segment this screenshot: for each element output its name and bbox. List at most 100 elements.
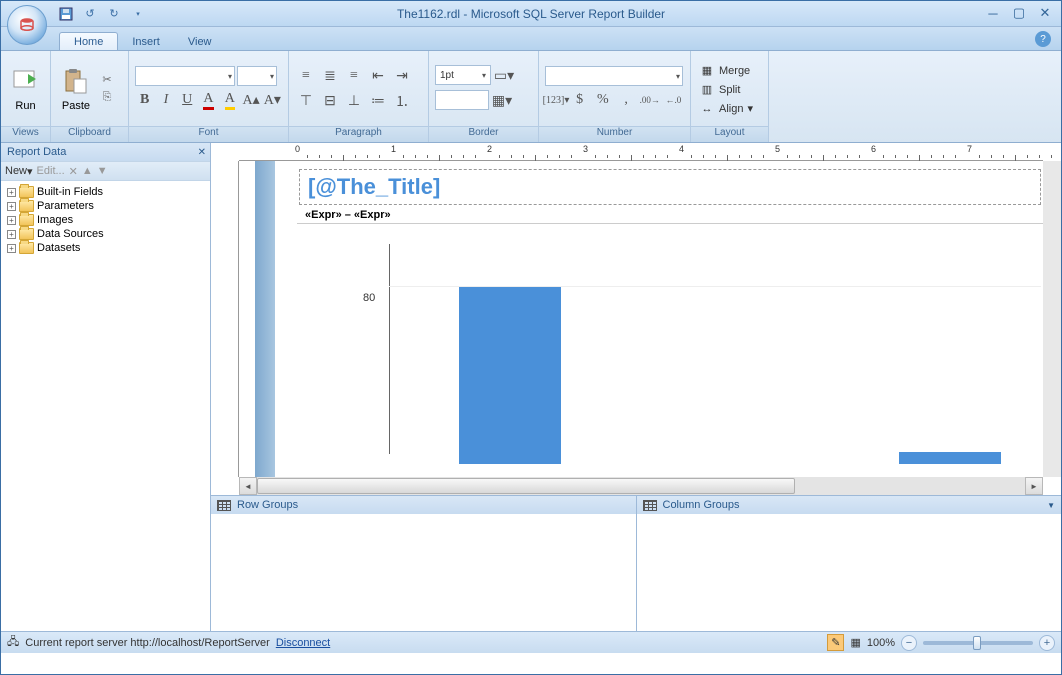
column-groups-pane: Column Groups ▼	[637, 496, 1062, 631]
tree-item-datasets[interactable]: +Datasets	[5, 241, 206, 255]
preview-mode-icon[interactable]: ▦	[850, 636, 860, 649]
run-button[interactable]: Run	[7, 64, 44, 114]
expand-icon[interactable]: +	[7, 230, 16, 239]
zoom-slider[interactable]	[923, 641, 1033, 645]
paste-button[interactable]: Paste	[57, 64, 95, 114]
font-size-combo[interactable]	[237, 66, 277, 86]
rd-down-button[interactable]: ▼	[97, 165, 108, 177]
tab-insert[interactable]: Insert	[118, 33, 174, 50]
maximize-button[interactable]: ▢	[1011, 5, 1027, 21]
align-button[interactable]: ↔Align ▾	[695, 100, 757, 118]
zoom-thumb[interactable]	[973, 636, 981, 650]
align-right-button[interactable]: ≡	[343, 65, 365, 87]
vertical-scrollbar[interactable]	[1043, 161, 1061, 477]
disconnect-link[interactable]: Disconnect	[276, 637, 330, 649]
copy-button[interactable]: ⎘	[99, 90, 115, 106]
report-data-close[interactable]: ✕	[198, 147, 206, 158]
align-left-button[interactable]: ≡	[295, 65, 317, 87]
align-middle-button[interactable]: ⊟	[319, 90, 341, 112]
tree-item-builtin[interactable]: +Built-in Fields	[5, 185, 206, 199]
bullet-list-button[interactable]: ≔	[367, 90, 389, 112]
report-body[interactable]: [@The_Title] «Expr» – «Expr» 80	[297, 167, 1043, 477]
border-style-button[interactable]: ▭▾	[493, 65, 515, 87]
zoom-value: 100%	[867, 637, 895, 649]
number-list-button[interactable]: ⒈	[391, 90, 413, 112]
percent-button[interactable]: %	[592, 89, 613, 111]
expand-icon[interactable]: +	[7, 202, 16, 211]
rd-up-button[interactable]: ▲	[82, 165, 93, 177]
grouping-menu-button[interactable]: ▼	[1047, 501, 1055, 510]
rd-delete-button[interactable]: ✕	[69, 165, 78, 178]
ruler-tick: 2	[487, 143, 492, 161]
fill-color-button[interactable]: A	[220, 89, 239, 111]
bold-button[interactable]: B	[135, 89, 154, 111]
app-menu-button[interactable]	[7, 5, 47, 45]
group-number: [123]▾ $ % , .00→ ←.0 Number	[539, 51, 691, 142]
merge-icon: ▦	[699, 63, 715, 79]
expression-row[interactable]: «Expr» – «Expr»	[297, 207, 1043, 224]
scroll-thumb[interactable]	[257, 478, 795, 494]
ruler-tick: 0	[295, 143, 300, 161]
grow-font-button[interactable]: A▴	[241, 89, 260, 111]
increase-indent-button[interactable]: ⇥	[391, 65, 413, 87]
increase-decimal-button[interactable]: .00→	[639, 89, 661, 111]
underline-button[interactable]: U	[178, 89, 197, 111]
ruler-tick: 3	[583, 143, 588, 161]
minimize-button[interactable]: ─	[985, 5, 1001, 21]
align-bottom-button[interactable]: ⊥	[343, 90, 365, 112]
border-color-combo[interactable]	[435, 90, 489, 110]
scroll-right-button[interactable]: ►	[1025, 477, 1043, 495]
currency-button[interactable]: $	[569, 89, 590, 111]
scroll-track[interactable]	[257, 477, 1025, 495]
close-button[interactable]: ✕	[1037, 5, 1053, 21]
expand-icon[interactable]: +	[7, 216, 16, 225]
scroll-left-button[interactable]: ◄	[239, 477, 257, 495]
save-button[interactable]	[57, 5, 75, 23]
cut-button[interactable]: ✂	[99, 72, 115, 88]
align-top-button[interactable]: ⊤	[295, 90, 317, 112]
horizontal-scrollbar[interactable]: ◄ ►	[239, 477, 1043, 495]
tree-item-images[interactable]: +Images	[5, 213, 206, 227]
merge-button[interactable]: ▦Merge	[695, 62, 757, 80]
decrease-indent-button[interactable]: ⇤	[367, 65, 389, 87]
font-color-button[interactable]: A	[199, 89, 218, 111]
rd-edit-button[interactable]: Edit...	[37, 165, 65, 177]
tab-home[interactable]: Home	[59, 32, 118, 50]
report-data-title: Report Data	[7, 146, 66, 158]
border-preset-button[interactable]: ▦▾	[491, 90, 513, 112]
number-format-combo[interactable]	[545, 66, 683, 86]
row-groups-body[interactable]	[211, 514, 636, 631]
window-title: The1162.rdl - Microsoft SQL Server Repor…	[1, 7, 1061, 21]
shrink-font-button[interactable]: A▾	[263, 89, 282, 111]
placeholder-button[interactable]: [123]▾	[545, 89, 567, 111]
expand-icon[interactable]: +	[7, 188, 16, 197]
comma-button[interactable]: ,	[616, 89, 637, 111]
ruler-tick: 6	[871, 143, 876, 161]
split-button[interactable]: ▥Split	[695, 81, 757, 99]
report-data-tree: +Built-in Fields +Parameters +Images +Da…	[1, 181, 210, 631]
qat-menu[interactable]: ▾	[129, 5, 147, 23]
column-groups-body[interactable]	[637, 514, 1062, 631]
font-family-combo[interactable]	[135, 66, 235, 86]
border-width-combo[interactable]: 1pt	[435, 65, 491, 85]
redo-button[interactable]: ↻	[105, 5, 123, 23]
zoom-out-button[interactable]: −	[901, 635, 917, 651]
zoom-in-button[interactable]: +	[1039, 635, 1055, 651]
tree-item-parameters[interactable]: +Parameters	[5, 199, 206, 213]
expand-icon[interactable]: +	[7, 244, 16, 253]
canvas[interactable]: [@The_Title] «Expr» – «Expr» 80	[239, 161, 1043, 477]
italic-button[interactable]: I	[156, 89, 175, 111]
title-textbox[interactable]: [@The_Title]	[299, 169, 1041, 205]
tree-item-datasources[interactable]: +Data Sources	[5, 227, 206, 241]
content: Report Data ✕ New ▾ Edit... ✕ ▲ ▼ +Built…	[1, 143, 1061, 631]
chart[interactable]: 80	[299, 234, 1041, 464]
undo-button[interactable]: ↺	[81, 5, 99, 23]
design-mode-icon[interactable]: ✎	[827, 634, 844, 651]
decrease-decimal-button[interactable]: ←.0	[663, 89, 684, 111]
align-center-button[interactable]: ≣	[319, 65, 341, 87]
rd-new-button[interactable]: New ▾	[5, 165, 33, 178]
help-button[interactable]: ?	[1035, 31, 1051, 47]
quick-access-toolbar: ↺ ↻ ▾	[57, 5, 147, 23]
tab-view[interactable]: View	[174, 33, 226, 50]
design-surface[interactable]: 012345678 [@The_Title] «Expr» – «Expr» 8…	[211, 143, 1061, 495]
